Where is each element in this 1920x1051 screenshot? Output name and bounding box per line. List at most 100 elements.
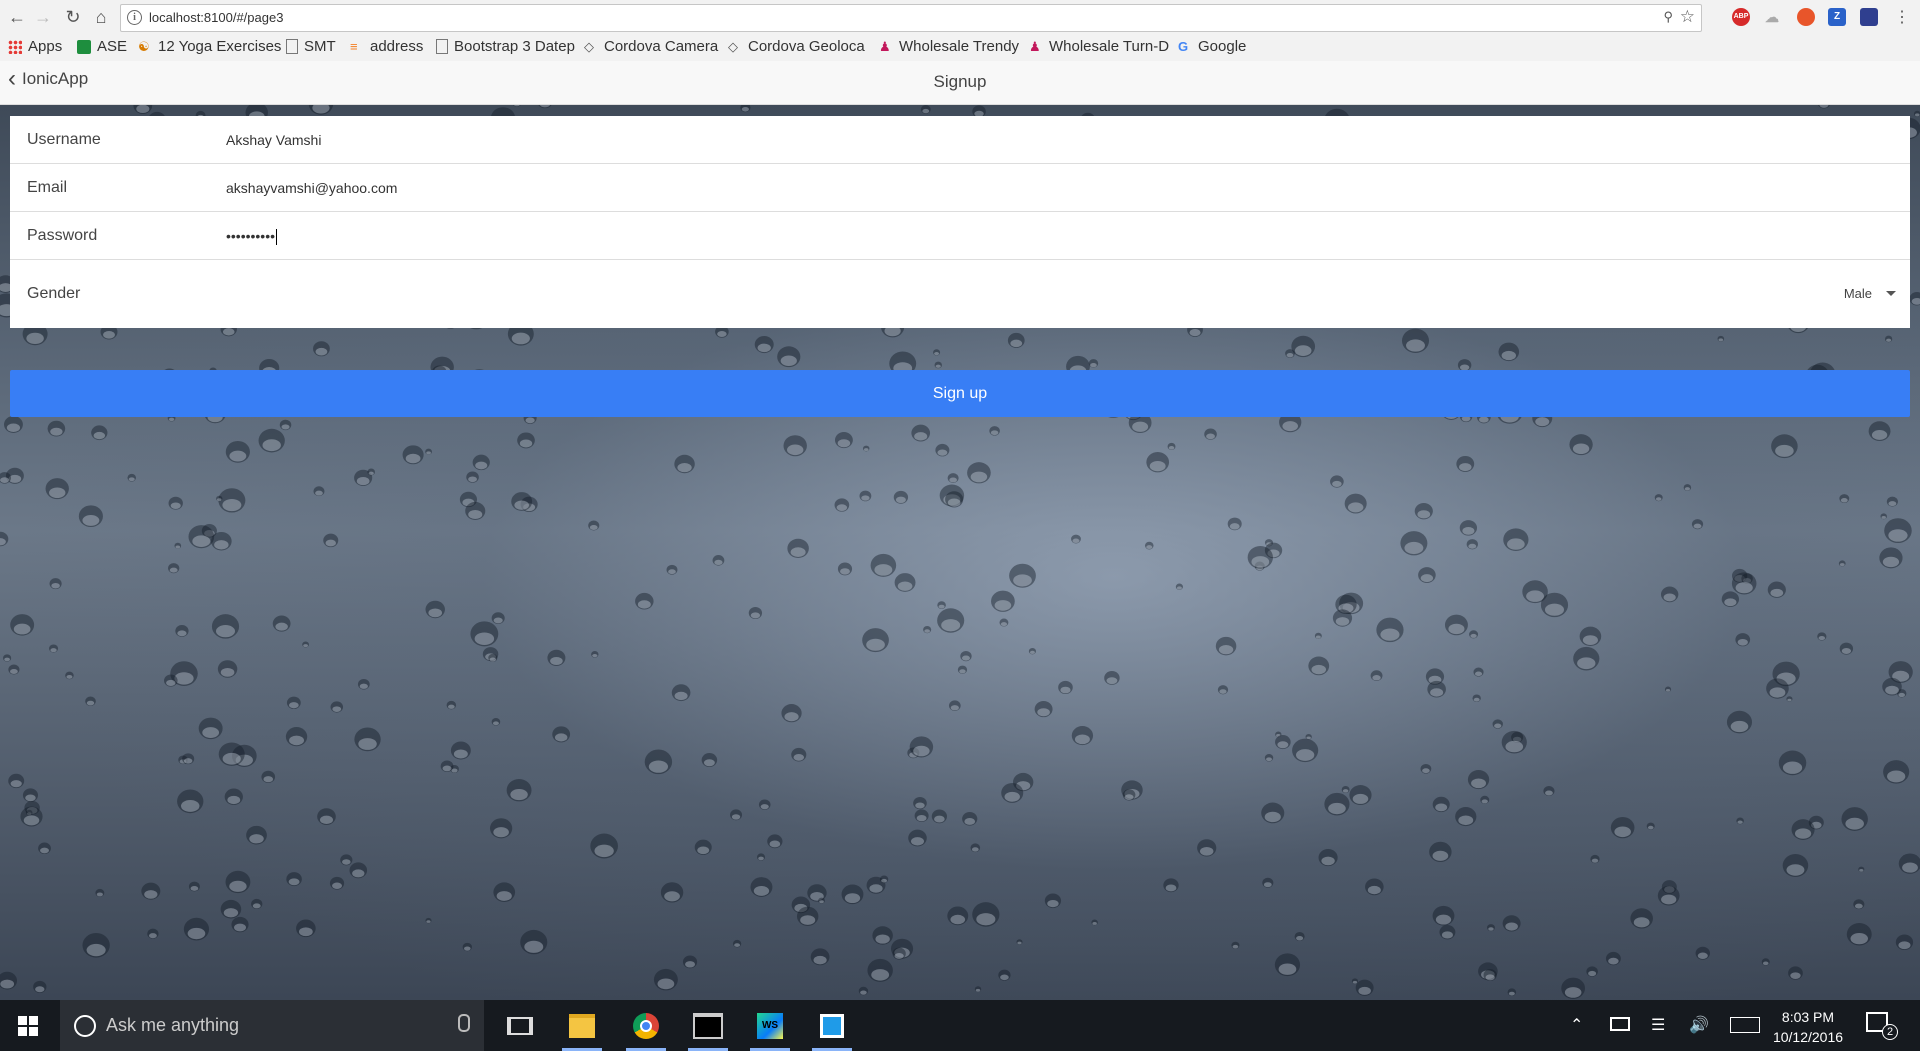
raindrop [466, 471, 479, 483]
raindrop [712, 555, 725, 566]
raindrop [425, 600, 445, 619]
profile-extension-icon[interactable] [1860, 8, 1878, 26]
raindrop [1579, 626, 1602, 647]
username-input[interactable]: Akshay Vamshi [226, 132, 321, 148]
windows-logo-icon [18, 1015, 38, 1036]
wifi-icon[interactable]: ☰ [1651, 1015, 1665, 1035]
raindrop [1275, 735, 1291, 750]
chrome-menu-icon[interactable]: ⋮ [1891, 6, 1913, 28]
shield-extension-icon[interactable] [1797, 8, 1815, 26]
shop-favicon-icon: ♟ [879, 38, 891, 54]
raindrop [893, 490, 909, 504]
raindrop [20, 806, 43, 827]
raindrop [892, 947, 906, 960]
gender-select[interactable]: Male [1844, 286, 1896, 301]
raindrop [164, 674, 178, 687]
raindrop [286, 872, 302, 887]
webstorm-icon: WS [757, 1012, 783, 1039]
raindrop [78, 505, 103, 528]
raindrop [1414, 502, 1433, 520]
address-bar-url[interactable]: localhost:8100/#/page3 [149, 10, 283, 25]
raindrop [644, 749, 673, 775]
box-app-taskbar-button[interactable] [806, 1000, 858, 1051]
raindrop [674, 454, 695, 474]
bookmark-cordova-geolocation[interactable]: ◇ Cordova Geoloca [728, 38, 865, 55]
raindrop [1308, 656, 1330, 676]
raindrop [1175, 583, 1183, 590]
bookmark-star-icon[interactable]: ☆ [1680, 7, 1695, 27]
reload-icon[interactable]: ↻ [62, 6, 84, 28]
volume-icon[interactable]: 🔊 [1689, 1015, 1709, 1035]
raindrop [1314, 632, 1322, 640]
yoga-favicon-icon: ☯ [138, 38, 150, 54]
address-bar[interactable]: i localhost:8100/#/page3 ⚲ ☆ [120, 4, 1702, 32]
bookmark-wholesale-turn[interactable]: ♟ Wholesale Turn-D [1029, 38, 1169, 55]
gender-label: Gender [27, 285, 81, 302]
forward-arrow-icon[interactable]: → [32, 6, 54, 28]
raindrop [1731, 572, 1757, 595]
raindrop [1007, 332, 1025, 348]
file-explorer-taskbar-button[interactable] [556, 1000, 608, 1051]
gender-row[interactable]: Gender Male [10, 260, 1910, 328]
raindrop [127, 473, 137, 482]
raindrop [783, 435, 807, 457]
terminal-taskbar-button[interactable] [682, 1000, 734, 1051]
chrome-taskbar-button[interactable] [620, 1000, 672, 1051]
password-row[interactable]: Password •••••••••• [10, 212, 1910, 260]
task-view-button[interactable] [494, 1000, 546, 1051]
password-label: Password [27, 227, 98, 244]
home-icon[interactable]: ⌂ [90, 6, 112, 28]
raindrop [933, 349, 941, 356]
bookmark-yoga[interactable]: ☯ 12 Yoga Exercises [138, 38, 281, 55]
raindrop [168, 496, 183, 510]
adblock-extension-icon[interactable]: ABP [1732, 8, 1750, 26]
bookmark-apps[interactable]: Apps [8, 38, 62, 55]
raindrop [999, 618, 1009, 627]
bookmark-ase[interactable]: ASE [77, 38, 127, 55]
microphone-icon[interactable] [458, 1014, 470, 1032]
system-clock[interactable]: 8:03 PM 10/12/2016 [1770, 1007, 1846, 1047]
bookmark-cordova-camera[interactable]: ◇ Cordova Camera [584, 38, 718, 55]
raindrop [1122, 789, 1136, 801]
webstorm-taskbar-button[interactable]: WS [744, 1000, 796, 1051]
raindrop [935, 443, 950, 457]
site-info-icon[interactable]: i [127, 10, 142, 25]
password-input[interactable]: •••••••••• [226, 228, 278, 246]
battery-icon[interactable] [1610, 1015, 1630, 1034]
raindrop [1782, 854, 1809, 878]
raindrop [147, 928, 159, 939]
email-row[interactable]: Email akshayvamshi@yahoo.com [10, 164, 1910, 212]
bookmark-bootstrap[interactable]: Bootstrap 3 Datep [436, 38, 575, 55]
raindrop [682, 955, 698, 969]
raindrop [967, 462, 991, 484]
back-arrow-icon[interactable]: ← [6, 6, 28, 28]
raindrop [767, 834, 783, 849]
email-input[interactable]: akshayvamshi@yahoo.com [226, 180, 397, 196]
signup-button[interactable]: Sign up [10, 370, 1910, 417]
raindrop [174, 542, 182, 549]
bookmark-wholesale-trendy[interactable]: ♟ Wholesale Trendy [879, 38, 1019, 55]
cortana-search-box[interactable]: Ask me anything [60, 1000, 484, 1051]
cloud-extension-icon[interactable]: ☁ [1763, 8, 1781, 26]
show-hidden-icons-chevron-icon[interactable]: ⌃ [1570, 1015, 1583, 1035]
raindrop [1376, 617, 1404, 643]
bookmark-smt[interactable]: SMT [286, 38, 336, 55]
raindrop [1016, 939, 1023, 945]
action-center-icon[interactable]: 2 [1866, 1012, 1898, 1040]
z-extension-icon[interactable]: Z [1828, 8, 1846, 26]
bookmark-address[interactable]: ≡ address [350, 38, 423, 55]
raindrop [859, 490, 872, 502]
raindrop [493, 882, 516, 902]
raindrop [1071, 534, 1081, 544]
raindrop [694, 839, 712, 855]
raindrop [1088, 359, 1099, 368]
start-button[interactable] [0, 1000, 56, 1051]
raindrop [588, 520, 600, 531]
raindrop [1880, 513, 1887, 520]
raindrop [1501, 730, 1527, 754]
key-icon[interactable]: ⚲ [1663, 9, 1673, 25]
raindrop [224, 788, 243, 805]
bookmark-google[interactable]: G Google [1178, 38, 1246, 55]
username-row[interactable]: Username Akshay Vamshi [10, 116, 1910, 164]
keyboard-icon[interactable] [1730, 1015, 1760, 1036]
